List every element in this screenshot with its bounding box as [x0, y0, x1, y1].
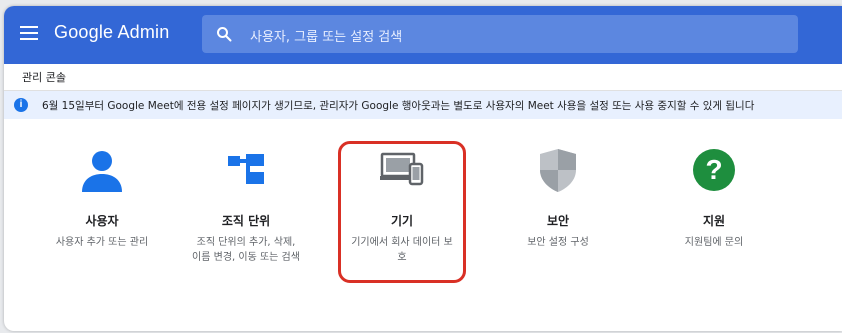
help-icon: ?: [693, 149, 735, 191]
search-icon: [217, 27, 232, 42]
card-title: 사용자: [85, 214, 119, 228]
highlight-box: [338, 141, 466, 283]
breadcrumb[interactable]: 관리 콘솔: [22, 69, 66, 85]
app-title[interactable]: Google Admin: [54, 22, 169, 43]
info-banner: i 6월 15일부터 Google Meet에 전용 설정 페이지가 생기므로,…: [4, 91, 842, 119]
search-placeholder[interactable]: 사용자, 그룹 또는 설정 검색: [250, 26, 402, 45]
admin-console-frame: Google Admin 사용자, 그룹 또는 설정 검색 관리 콘솔 i 6월…: [4, 6, 842, 331]
user-icon: [82, 151, 122, 192]
org-unit-icon: [228, 154, 264, 184]
info-icon: i: [14, 98, 28, 112]
card-title: 보안: [546, 214, 570, 228]
card-description: 조직 단위의 추가, 삭제, 이름 변경, 이동 또는 검색: [192, 237, 300, 263]
shield-icon: [540, 149, 576, 192]
card-title: 지원: [702, 214, 726, 228]
svg-text:?: ?: [705, 154, 722, 185]
card-org-units[interactable]: 조직 단위 조직 단위의 추가, 삭제, 이름 변경, 이동 또는 검색: [186, 146, 306, 265]
card-description: 지원팀에 문의: [684, 237, 744, 248]
search-box[interactable]: 사용자, 그룹 또는 설정 검색: [202, 15, 798, 53]
card-description: 사용자 추가 또는 관리: [55, 237, 149, 248]
card-title: 조직 단위: [221, 214, 271, 228]
breadcrumb-bar: 관리 콘솔: [4, 64, 842, 91]
card-security[interactable]: 보안 보안 설정 구성: [498, 146, 618, 250]
card-users[interactable]: 사용자 사용자 추가 또는 관리: [42, 146, 162, 250]
top-app-bar: Google Admin 사용자, 그룹 또는 설정 검색: [4, 6, 842, 64]
hamburger-menu-icon[interactable]: [20, 26, 38, 40]
card-support[interactable]: ? 지원 지원팀에 문의: [654, 146, 774, 250]
info-banner-text: 6월 15일부터 Google Meet에 전용 설정 페이지가 생기므로, 관…: [42, 100, 755, 112]
card-description: 보안 설정 구성: [527, 237, 589, 248]
